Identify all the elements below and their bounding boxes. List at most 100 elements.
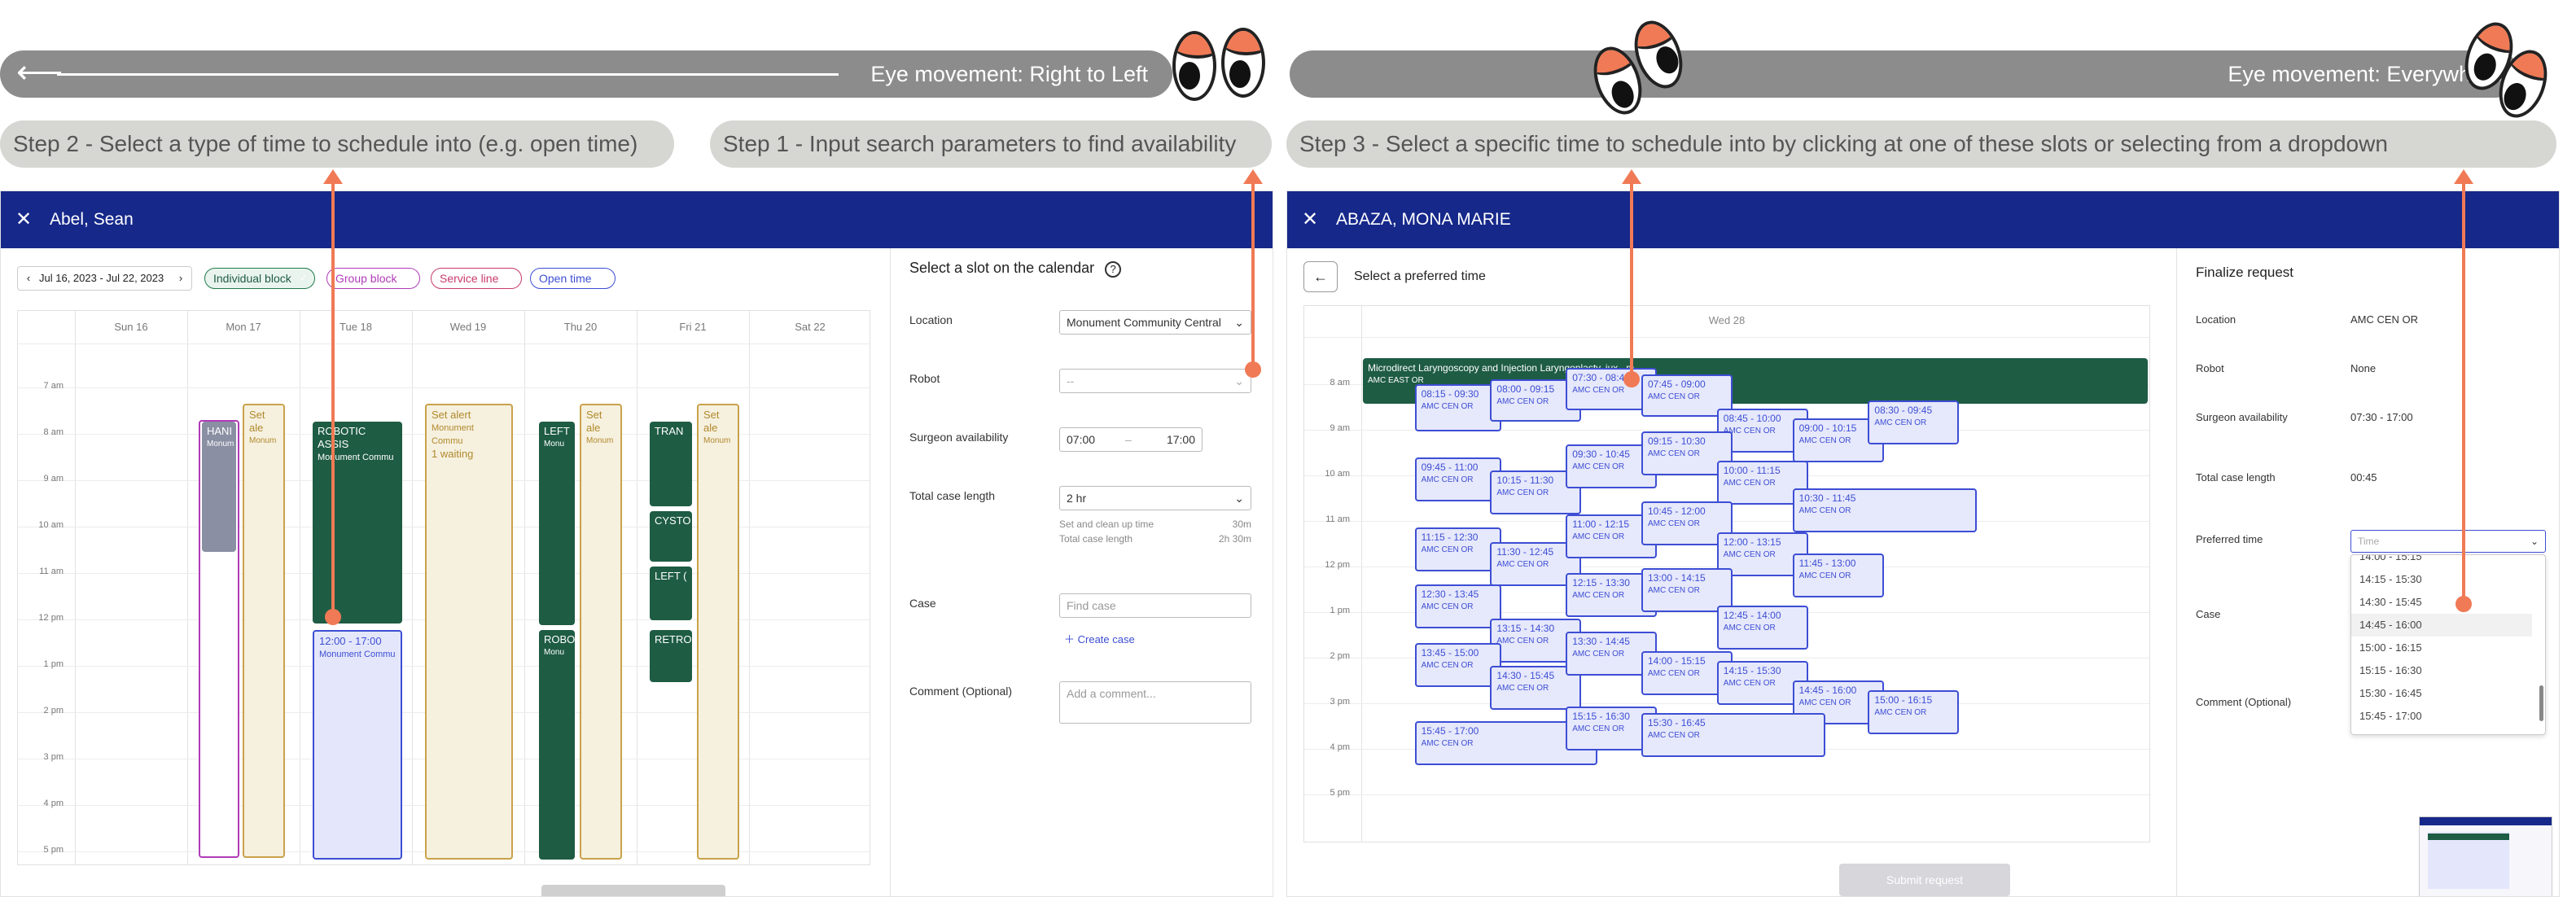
event-robotic-assist[interactable]: ROBOTIC ASSISMonument Commu (313, 422, 402, 624)
time-slot[interactable]: 08:15 - 09:30 AMC CEN OR (1414, 384, 1501, 431)
robot-select[interactable]: -- ⌄ (1059, 369, 1251, 393)
surgeon-availability-label: Surgeon availability (2196, 411, 2288, 423)
robot-value: None (2350, 362, 2377, 374)
filter-service-line[interactable]: Service line (431, 268, 523, 289)
hour-label: 2 pm (1330, 651, 1350, 661)
time-slot[interactable]: 12:30 - 13:45 AMC CEN OR (1414, 584, 1501, 628)
chevron-down-icon: ⌄ (1234, 374, 1244, 387)
event-left[interactable]: LEFT Monu (539, 422, 575, 625)
case-label: Case (2196, 608, 2221, 620)
submit-button[interactable] (541, 885, 725, 896)
time-option[interactable]: 14:00 - 15:15 (2351, 555, 2532, 568)
step1-label: Step 1 - Input search parameters to find… (710, 120, 1272, 168)
cleanup-label: Set and clean up time (1059, 519, 1154, 530)
day-header-fri: Fri 21 (679, 321, 707, 333)
hour-label: 12 pm (38, 613, 64, 623)
dropdown-scrollbar[interactable] (2539, 685, 2543, 721)
page-thumbnail (2419, 816, 2552, 896)
filter-individual-block[interactable]: Individual block (204, 268, 315, 289)
comment-textarea[interactable]: Add a comment... (1059, 681, 1251, 724)
preferred-time-label: Preferred time (2196, 533, 2263, 545)
preferred-time-select[interactable]: Time ⌄ (2350, 530, 2546, 553)
hour-label: 8 am (1330, 378, 1350, 387)
time-slot[interactable]: 15:30 - 16:45 AMC CEN OR (1641, 713, 1825, 757)
cleanup-value: 30m (1232, 519, 1251, 530)
hour-label: 12 pm (1325, 560, 1350, 570)
time-slot[interactable]: 11:45 - 13:00 AMC CEN OR (1792, 554, 1884, 597)
comment-label: Comment (Optional) (2196, 696, 2292, 708)
step3-label: Step 3 - Select a specific time to sched… (1286, 120, 2556, 168)
hour-label: 3 pm (1330, 697, 1350, 707)
right-header: ✕ ABAZA, MONA MARIE (1287, 191, 2559, 248)
hour-label: 9 am (1330, 423, 1350, 433)
chevron-right-icon[interactable]: › (173, 267, 188, 290)
left-header: ✕ Abel, Sean (1, 191, 1273, 248)
help-icon[interactable]: ? (1105, 261, 1122, 278)
close-icon[interactable]: ✕ (1302, 191, 1318, 248)
time-option[interactable]: 15:15 - 16:30 (2351, 659, 2532, 682)
eye-movement-banner-right: Eye movement: Everywhere (1290, 50, 2519, 98)
submit-request-button[interactable]: Submit request (1839, 864, 2010, 896)
step2-label: Step 2 - Select a type of time to schedu… (0, 120, 674, 168)
time-slot[interactable]: 15:00 - 16:15 AMC CEN OR (1868, 690, 1960, 734)
close-icon[interactable]: ✕ (15, 191, 32, 248)
hour-label: 10 am (38, 520, 64, 530)
case-length-label: Total case length (2196, 471, 2276, 484)
time-option[interactable]: 15:30 - 16:45 (2351, 682, 2532, 705)
hour-label: 8 am (43, 427, 64, 437)
hour-label: 5 pm (43, 845, 64, 855)
select-time-title: Select a preferred time (1354, 269, 1486, 283)
comment-label: Comment (Optional) (909, 685, 1013, 698)
event-left[interactable]: LEFT ( (650, 567, 692, 620)
event-cysto[interactable]: CYSTO (650, 511, 692, 562)
chevron-left-icon[interactable]: ‹ (21, 267, 36, 290)
time-slot[interactable]: 12:45 - 14:00 AMC CEN OR (1716, 606, 1808, 650)
event-robo[interactable]: ROBO Monu (539, 630, 575, 860)
event-set-alert[interactable]: Set ale Monum (243, 404, 285, 858)
time-slot[interactable]: 13:45 - 15:00 AMC CEN OR (1414, 643, 1501, 687)
right-scheduler-panel: ✕ ABAZA, MONA MARIE ← Select a preferred… (1286, 190, 2560, 897)
total-value: 2h 30m (1218, 533, 1251, 545)
total-label: Total case length (1059, 533, 1133, 545)
event-trans[interactable]: TRAN (650, 422, 692, 506)
create-case-link[interactable]: ＋ Create case (1064, 631, 1135, 646)
day-header-wed: Wed 19 (449, 321, 487, 333)
form-title: Select a slot on the calendar ? (909, 260, 1122, 278)
date-navigator: ‹ Jul 16, 2023 - Jul 22, 2023 › (17, 266, 192, 291)
time-option[interactable]: 15:00 - 16:15 (2351, 637, 2532, 659)
case-length-value: 00:45 (2350, 471, 2377, 484)
case-length-select[interactable]: 2 hr ⌄ (1059, 486, 1251, 510)
time-option[interactable]: 14:15 - 15:30 (2351, 568, 2532, 591)
surgeon-availability-range[interactable]: 07:00 – 17:00 (1059, 427, 1203, 452)
event-open-time[interactable]: 12:00 - 17:00 Monument Commu (313, 630, 402, 860)
surgeon-availability-label: Surgeon availability (909, 431, 1009, 444)
time-slot[interactable]: 08:30 - 09:45 AMC CEN OR (1868, 400, 1960, 444)
time-option[interactable]: 14:30 - 15:45 (2351, 591, 2532, 614)
event-set-alert[interactable]: Set ale Monum (697, 404, 739, 860)
day-calendar: Wed 28 8 am 9 am 10 am 11 am 12 pm 1 pm … (1303, 305, 2150, 842)
patient-name: ABAZA, MONA MARIE (1336, 210, 1511, 229)
filter-open-time[interactable]: Open time (530, 268, 616, 289)
event-retro[interactable]: RETRO (650, 630, 692, 682)
day-header-mon: Mon 17 (226, 321, 261, 333)
time-slot[interactable]: 09:45 - 11:00 AMC CEN OR (1414, 457, 1501, 501)
surgeon-availability-value: 07:30 - 17:00 (2350, 411, 2413, 423)
time-option[interactable]: 14:45 - 16:00 (2351, 614, 2532, 637)
filter-group-block[interactable]: Group block (326, 268, 421, 289)
event-set-alert[interactable]: Set alert Monument Commu 1 waiting (425, 404, 513, 860)
back-button[interactable]: ← (1303, 261, 1338, 292)
location-value: AMC CEN OR (2350, 313, 2419, 326)
time-slot[interactable]: 11:15 - 12:30 AMC CEN OR (1414, 527, 1501, 571)
plus-icon: ＋ (1064, 633, 1078, 645)
robot-label: Robot (2196, 362, 2224, 374)
event-hand[interactable]: HANI Monum (202, 422, 236, 552)
left-scheduler-panel: ✕ Abel, Sean ‹ Jul 16, 2023 - Jul 22, 20… (0, 190, 1273, 897)
event-set-alert[interactable]: Set ale Monum (580, 404, 622, 860)
hour-label: 11 am (39, 567, 64, 576)
find-case-input[interactable]: Find case (1059, 593, 1251, 618)
time-option[interactable]: 15:45 - 17:00 (2351, 705, 2532, 728)
arrow-left-icon: ⟵ (16, 55, 64, 90)
eye-movement-banner-left: ⟵ Eye movement: Right to Left (0, 50, 1172, 98)
location-select[interactable]: Monument Community Central ⌄ (1059, 310, 1251, 335)
time-slot[interactable]: 10:30 - 11:45 AMC CEN OR (1792, 488, 1977, 532)
